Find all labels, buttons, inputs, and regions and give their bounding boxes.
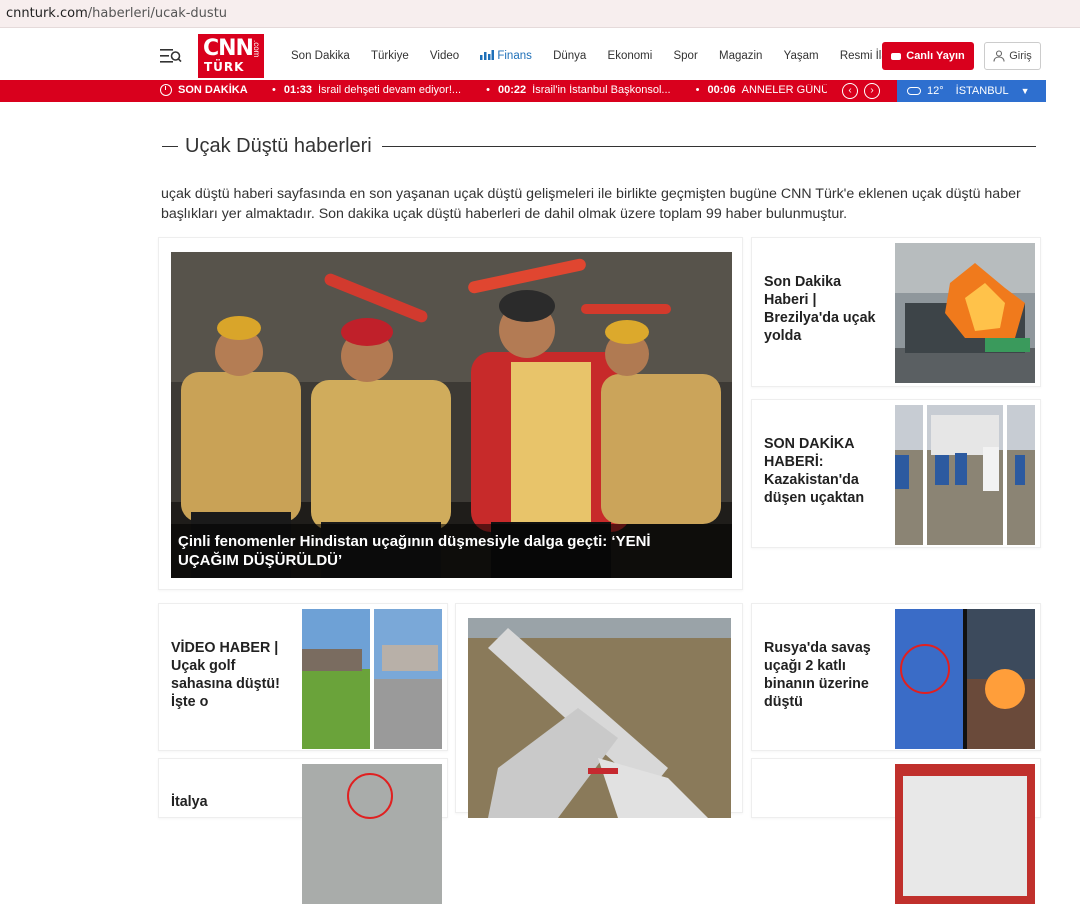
breaking-ticker: • 01:33 İsrail dehşeti devam ediyor!... • 0… — [272, 84, 827, 96]
ticker-time: 01:33 — [283, 84, 312, 96]
cloud-icon — [907, 87, 921, 95]
breaking-label: SON DAKİKA — [160, 84, 248, 96]
login-button[interactable]: Giriş — [984, 42, 1041, 70]
cnn-turk-logo[interactable]: CNN TÜRK .com — [198, 34, 264, 78]
logo-com-text: .com — [252, 40, 261, 58]
breaking-news-bar: SON DAKİKA • 01:33 İsrail dehşeti devam ed… — [0, 80, 897, 102]
ticker-item[interactable]: •00:06ANNELER GÜNÜ MESAJLARI — [696, 84, 827, 96]
menu-search-icon[interactable] — [160, 47, 182, 65]
page-title-row: Uçak Düştü haberleri — [162, 132, 1036, 160]
user-icon — [993, 50, 1005, 62]
live-button-label: Canlı Yayın — [906, 50, 965, 62]
nav-yasam[interactable]: Yaşam — [784, 50, 819, 62]
ticker-item[interactable]: • 00:22 İsrail'in İstanbul Başkonsol... — [486, 84, 670, 96]
nav-finans[interactable]: Finans — [480, 49, 532, 62]
article-card-crash[interactable] — [455, 603, 743, 818]
article-card-side-2[interactable]: SON DAKİKA HABERİ: Kazakistan'da düşen u… — [751, 399, 1041, 548]
live-broadcast-button[interactable]: Canlı Yayın — [882, 42, 974, 70]
chart-bars-icon — [480, 50, 495, 60]
clock-icon — [160, 84, 172, 96]
nav-son-dakika[interactable]: Son Dakika — [291, 50, 350, 62]
live-camera-icon — [891, 52, 902, 60]
logo-cnn-text: CNN — [203, 36, 254, 61]
article-thumbnail[interactable] — [302, 609, 442, 749]
chevron-down-icon: ▼ — [1020, 86, 1030, 96]
nav-finans-label: Finans — [497, 50, 532, 62]
url-text[interactable]: cnnturk.com/haberleri/ucak-dustu — [6, 6, 227, 21]
hero-article-card[interactable]: Çinli fenomenler Hindistan uçağının düşm… — [158, 237, 743, 590]
weather-city: İSTANBUL — [955, 85, 1009, 97]
article-thumbnail[interactable] — [895, 609, 1035, 749]
article-title[interactable]: SON DAKİKA HABERİ: Kazakistan'da düşen u… — [764, 435, 884, 507]
ticker-next-icon[interactable]: › — [864, 83, 880, 99]
article-card-row-4[interactable]: İtalya — [158, 758, 448, 904]
article-thumbnail[interactable] — [895, 243, 1035, 383]
article-title[interactable]: Rusya'da savaş uçağı 2 katlı binanın üze… — [764, 639, 884, 711]
top-navigation: CNN TÜRK .com Son Dakika Türkiye Video F… — [0, 30, 1080, 80]
ticker-time: 00:22 — [498, 84, 527, 96]
ticker-text: İsrail dehşeti devam ediyor!... — [318, 84, 462, 96]
title-rule — [381, 145, 1036, 147]
main-nav: Son Dakika Türkiye Video Finans Dünya Ek… — [291, 49, 925, 62]
article-title[interactable]: Son Dakika Haberi | Brezilya'da uçak yol… — [764, 273, 884, 345]
article-card-row-3[interactable]: Rusya'da savaş uçağı 2 katlı binanın üze… — [751, 603, 1041, 751]
hero-article-title[interactable]: Çinli fenomenler Hindistan uçağının düşm… — [178, 532, 712, 570]
article-thumbnail[interactable] — [895, 764, 1035, 904]
article-thumbnail[interactable] — [302, 764, 442, 904]
article-title[interactable]: VİDEO HABER | Uçak golf sahasına düştü! … — [171, 639, 291, 711]
ticker-text: İsrail'in İstanbul Başkonsol... — [532, 84, 671, 96]
ticker-prev-icon[interactable]: ‹ — [842, 83, 858, 99]
page-title: Uçak Düştü haberleri — [185, 134, 372, 157]
article-card-side-1[interactable]: Son Dakika Haberi | Brezilya'da uçak yol… — [751, 237, 1041, 387]
page-intro: uçak düştü haberi sayfasında en son yaşa… — [161, 186, 1021, 222]
ticker-controls: ‹ › — [842, 83, 880, 99]
hero-caption-overlay: Çinli fenomenler Hindistan uçağının düşm… — [171, 524, 732, 578]
article-card-row-1[interactable]: VİDEO HABER | Uçak golf sahasına düştü! … — [158, 603, 448, 751]
nav-ekonomi[interactable]: Ekonomi — [608, 50, 653, 62]
login-label: Giriş — [1009, 50, 1032, 62]
browser-url-bar[interactable]: cnnturk.com/haberleri/ucak-dustu — [0, 0, 1080, 28]
logo-turk-text: TÜRK — [204, 60, 245, 74]
nav-spor[interactable]: Spor — [673, 50, 697, 62]
article-thumbnail-large[interactable] — [468, 618, 731, 818]
article-title[interactable]: İtalya — [171, 793, 291, 811]
nav-dunya[interactable]: Dünya — [553, 50, 586, 62]
hero-article-image[interactable]: Çinli fenomenler Hindistan uçağının düşm… — [171, 252, 732, 578]
nav-magazin[interactable]: Magazin — [719, 50, 762, 62]
weather-widget[interactable]: 12° İSTANBUL ▼ — [897, 80, 1046, 102]
ticker-time: 00:06 — [707, 84, 736, 96]
breaking-label-text: SON DAKİKA — [178, 84, 248, 96]
ticker-text: ANNELER GÜNÜ MESAJLARI — [741, 84, 827, 96]
title-dash — [162, 145, 178, 147]
weather-temp: 12° — [927, 85, 944, 97]
article-card-row-5[interactable] — [751, 758, 1041, 904]
article-thumbnail[interactable] — [895, 405, 1035, 545]
nav-video[interactable]: Video — [430, 50, 459, 62]
nav-turkiye[interactable]: Türkiye — [371, 50, 409, 62]
ticker-item[interactable]: • 01:33 İsrail dehşeti devam ediyor!... — [272, 84, 461, 96]
